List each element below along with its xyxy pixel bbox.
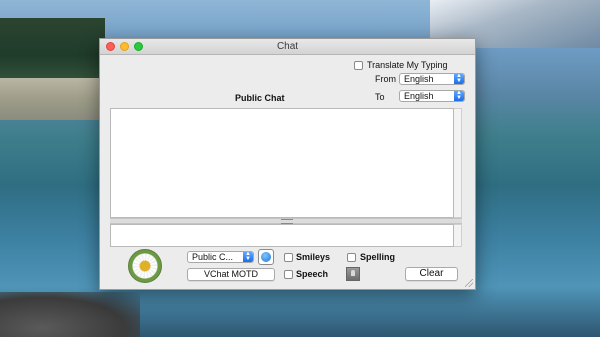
popup-arrows-icon: ▲ ▼ (454, 91, 464, 101)
public-chat-label: Public Chat (235, 93, 285, 103)
window-title: Chat (276, 41, 299, 52)
to-label: To (375, 92, 385, 102)
input-scrollbar[interactable] (454, 224, 462, 247)
from-language-select[interactable]: English ▲ ▼ (399, 73, 465, 85)
from-language-value: English (404, 74, 434, 84)
speech-label: Speech (296, 269, 329, 279)
message-input[interactable] (110, 224, 454, 247)
translate-label: Translate My Typing (367, 60, 448, 70)
speech-checkbox[interactable] (284, 270, 293, 279)
background-rocks (0, 292, 140, 337)
room-select[interactable]: Public C... ▲ ▼ (187, 251, 254, 263)
from-label: From (375, 74, 396, 84)
background-forest (0, 18, 105, 80)
vchat-motd-button[interactable]: VChat MOTD (187, 268, 275, 281)
room-select-value: Public C... (192, 252, 234, 262)
smiley-button[interactable] (258, 249, 274, 265)
to-language-value: English (404, 91, 434, 101)
spelling-checkbox[interactable] (347, 253, 356, 262)
smiley-face-icon (261, 252, 271, 262)
title-bar[interactable]: Chat (100, 39, 475, 55)
chat-window: Chat Translate My Typing From English ▲ ▼… (99, 38, 476, 290)
translate-checkbox[interactable] (354, 61, 363, 70)
transcript-scrollbar[interactable] (454, 108, 462, 218)
popup-arrows-icon: ▲ ▼ (454, 74, 464, 84)
clear-button[interactable]: Clear (405, 267, 458, 281)
smileys-checkbox[interactable] (284, 253, 293, 262)
to-language-select[interactable]: English ▲ ▼ (399, 90, 465, 102)
daisy-avatar-icon[interactable] (128, 249, 162, 283)
user-photo-icon[interactable] (346, 267, 360, 281)
spelling-label: Spelling (360, 252, 396, 262)
smileys-label: Smileys (296, 252, 331, 262)
background-shore (0, 78, 105, 120)
popup-arrows-icon: ▲ ▼ (243, 252, 253, 262)
resize-grip-icon[interactable] (465, 279, 473, 287)
chat-transcript[interactable] (110, 108, 454, 218)
